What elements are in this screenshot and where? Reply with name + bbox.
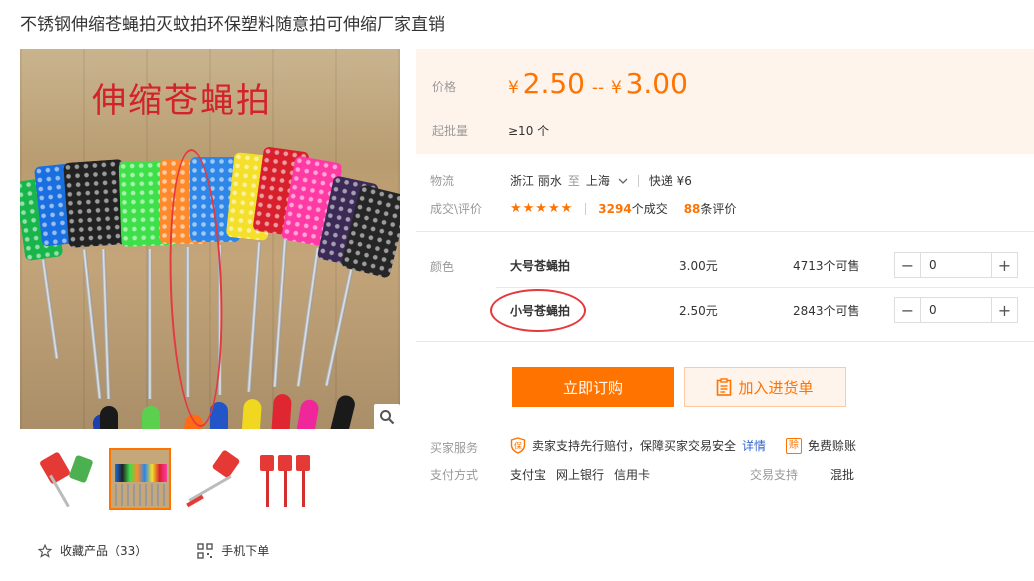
quantity-stepper: − 0 + — [894, 252, 1018, 278]
rating-values: ★★★★★ 3294个成交 88条评价 — [510, 200, 736, 217]
main-product-image[interactable]: 伸缩苍蝇拍 — [20, 49, 400, 429]
buy-now-button[interactable]: 立即订购 — [512, 367, 674, 407]
mobile-order-label: 手机下单 — [221, 544, 270, 558]
moq-label: 起批量 — [432, 124, 469, 138]
deals-link[interactable]: 3294个成交 — [598, 200, 667, 217]
price-label: 价格 — [432, 80, 457, 94]
ship-from: 浙江 丽水 — [510, 174, 562, 188]
product-page: 不锈钢伸缩苍蝇拍灭蚊拍环保塑料随意拍可伸缩厂家直销 伸缩苍蝇拍 收藏产品（33）… — [0, 0, 1034, 581]
variant-stock: 2843个可售 — [793, 303, 860, 318]
price-range: ¥ 2.50 -- ¥ 3.00 — [508, 67, 688, 100]
thumbnail-3[interactable] — [181, 448, 243, 510]
trade-support-label: 交易支持 — [750, 468, 799, 482]
product-title: 不锈钢伸缩苍蝇拍灭蚊拍环保塑料随意拍可伸缩厂家直销 — [20, 15, 445, 35]
highlight-circle — [490, 289, 586, 332]
magnifier-icon — [380, 410, 395, 425]
add-to-cart-label: 加入进货单 — [738, 378, 814, 397]
services-values: 保 卖家支持先行赔付，保障买家交易安全 详情 赊 免费赊账 — [510, 437, 856, 454]
quantity-input[interactable]: 0 — [921, 253, 991, 277]
variant-stock: 4713个可售 — [793, 258, 860, 273]
decrement-button[interactable]: − — [895, 298, 921, 322]
trade-support-value: 混批 — [830, 468, 855, 482]
currency-symbol-2: ¥ — [610, 78, 622, 98]
star-rating: ★★★★★ — [510, 201, 574, 216]
price-high: 3.00 — [625, 67, 688, 100]
free-credit-text[interactable]: 免费赊账 — [808, 437, 856, 454]
deals-suffix: 个成交 — [631, 202, 668, 216]
payment-methods: 支付宝 网上银行 信用卡 — [510, 466, 650, 483]
thumbnail-2[interactable] — [109, 448, 171, 510]
logistics-values: 浙江 丽水 至 上海 快递 ¥6 — [510, 172, 692, 189]
variant-row: 大号苍蝇拍 3.00元 4713个可售 − 0 + — [496, 243, 1034, 287]
quantity-input[interactable]: 0 — [921, 298, 991, 322]
reviews-count: 88 — [683, 202, 701, 216]
ship-destination: 上海 — [585, 174, 610, 188]
decrement-button[interactable]: − — [895, 253, 921, 277]
payment-label: 支付方式 — [430, 468, 479, 482]
ship-destination-select[interactable]: 上海 — [586, 172, 628, 189]
plus-icon: + — [997, 300, 1012, 320]
services-label: 买家服务 — [430, 441, 479, 455]
divider-line — [416, 341, 1034, 342]
price-box: 价格 ¥ 2.50 -- ¥ 3.00 起批量 ≥10 个 — [416, 49, 1034, 154]
payment-online-bank: 网上银行 — [556, 468, 605, 482]
mobile-order-link[interactable]: 手机下单 — [197, 542, 269, 559]
increment-button[interactable]: + — [991, 253, 1017, 277]
moq-value: ≥10 个 — [508, 124, 550, 138]
thumbnail-1[interactable] — [37, 448, 99, 510]
thumbnail-4[interactable] — [253, 448, 315, 510]
reviews-link[interactable]: 88条评价 — [684, 200, 737, 217]
plus-icon: + — [997, 255, 1012, 275]
image-caption: 伸缩苍蝇拍 — [92, 81, 272, 121]
variant-name: 大号苍蝇拍 — [510, 258, 571, 273]
bottom-links: 收藏产品（33） 手机下单 — [38, 542, 269, 559]
price-low: 2.50 — [522, 67, 585, 100]
credit-badge-icon: 赊 — [786, 437, 803, 454]
clipboard-icon — [717, 378, 732, 396]
express-fee: 快递 ¥6 — [648, 174, 692, 188]
divider — [585, 202, 587, 215]
price-separator: -- — [591, 78, 605, 98]
star-outline-icon — [38, 543, 52, 558]
minus-icon: − — [900, 255, 915, 275]
reviews-suffix: 条评价 — [700, 202, 737, 216]
shield-badge-icon: 保 — [510, 437, 526, 454]
rating-label: 成交\评价 — [430, 202, 483, 216]
thumbnail-strip — [37, 448, 315, 510]
quantity-stepper: − 0 + — [894, 297, 1018, 323]
logistics-label: 物流 — [430, 174, 455, 188]
qr-code-icon — [197, 542, 213, 559]
increment-button[interactable]: + — [991, 298, 1017, 322]
variant-price: 2.50元 — [679, 303, 718, 318]
chevron-down-icon — [618, 178, 628, 184]
minus-icon: − — [900, 300, 915, 320]
variant-price: 3.00元 — [679, 258, 718, 273]
svg-text:保: 保 — [514, 441, 522, 451]
favorite-label: 收藏产品（33） — [60, 544, 148, 558]
add-to-cart-button[interactable]: 加入进货单 — [684, 367, 846, 407]
deals-count: 3294 — [598, 202, 632, 216]
divider — [637, 174, 639, 187]
payment-credit-card: 信用卡 — [614, 468, 651, 482]
zoom-button[interactable] — [374, 404, 400, 430]
protection-text: 卖家支持先行赔付，保障买家交易安全 — [532, 439, 737, 453]
ship-to-word: 至 — [567, 174, 580, 188]
payment-alipay: 支付宝 — [510, 468, 547, 482]
divider-line — [416, 231, 1034, 232]
currency-symbol: ¥ — [508, 78, 519, 98]
favorite-link[interactable]: 收藏产品（33） — [38, 542, 147, 559]
variant-label: 颜色 — [430, 260, 455, 274]
details-link[interactable]: 详情 — [742, 437, 766, 454]
